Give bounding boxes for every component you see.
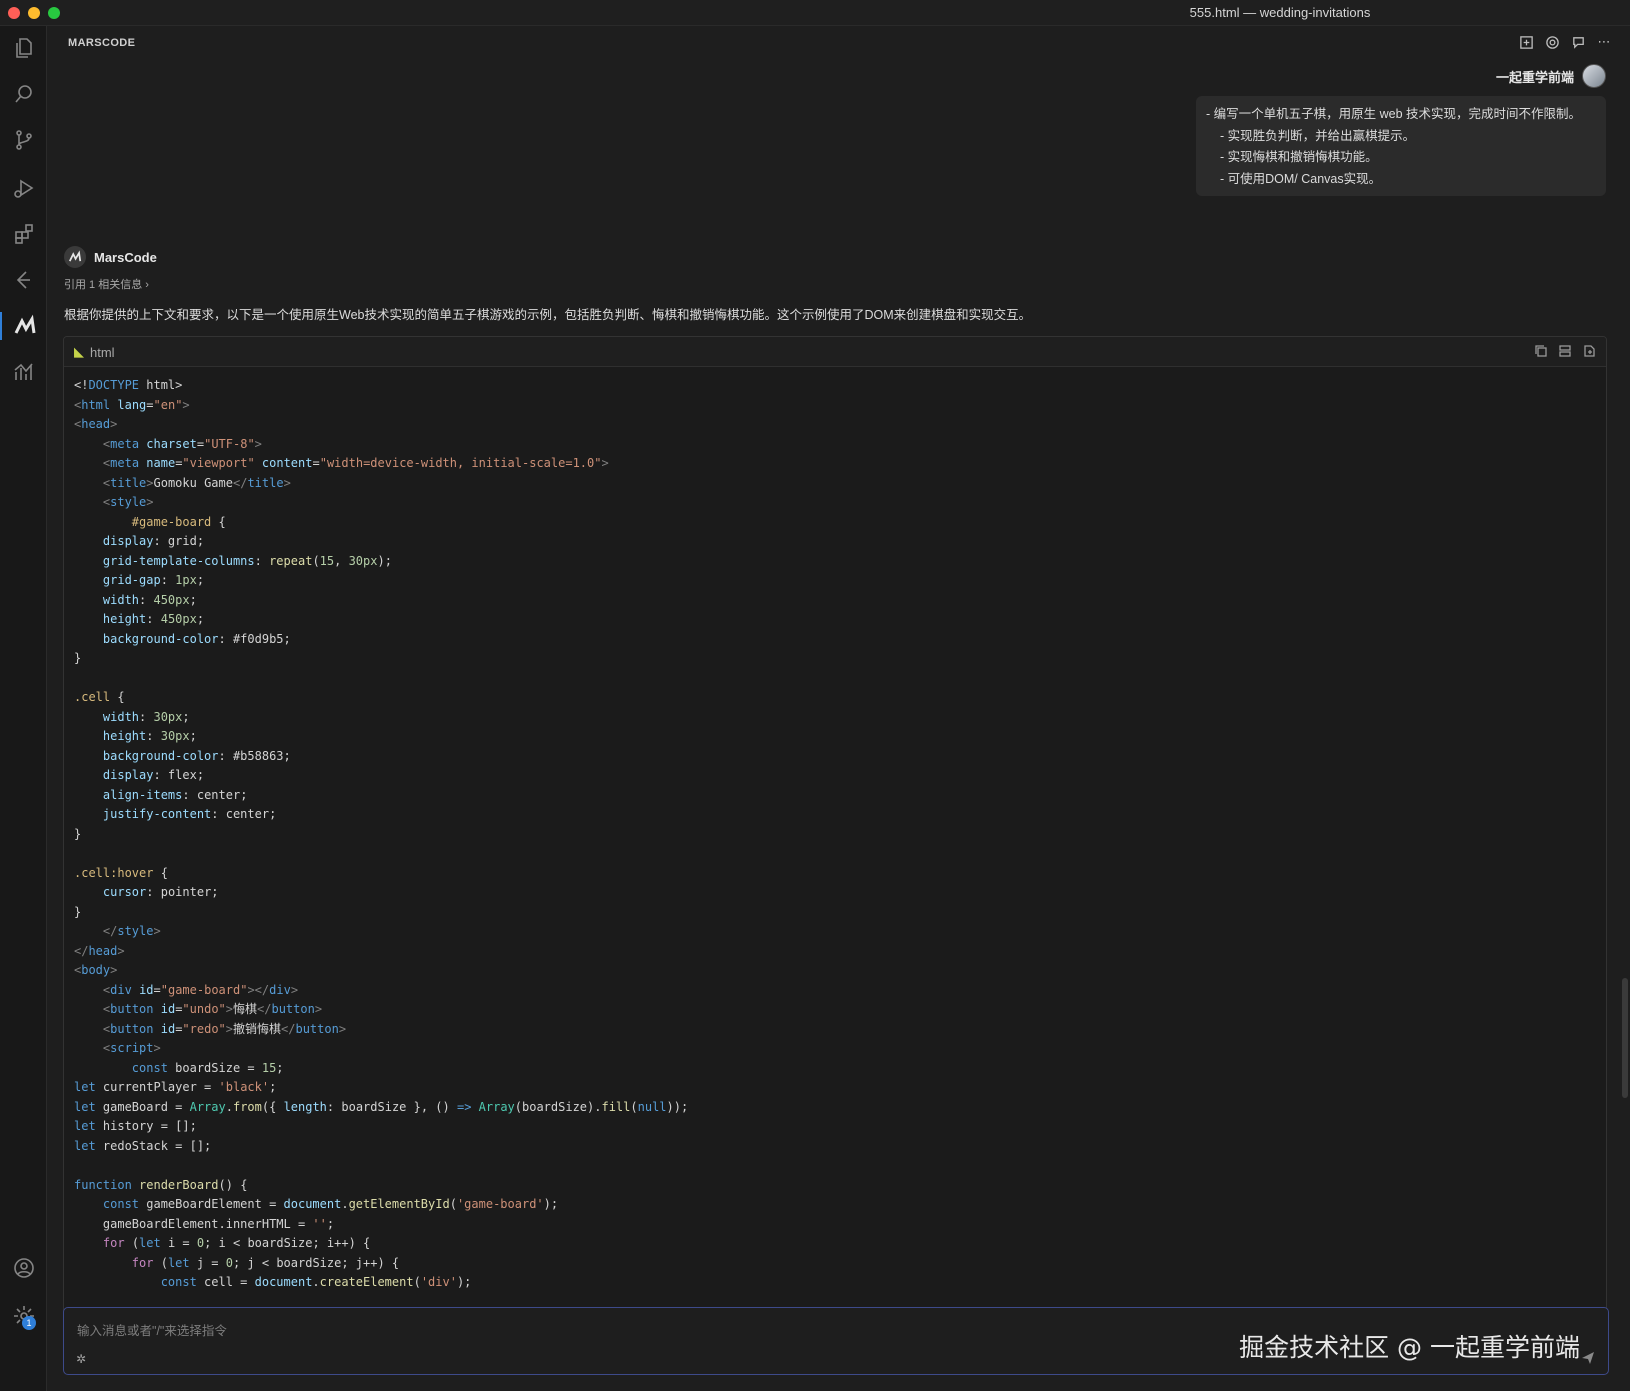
user-message-line: - 编写一个单机五子棋，用原生 web 技术实现，完成时间不作限制。 (1206, 107, 1582, 121)
files-icon[interactable] (10, 34, 38, 62)
code-block-header: ◣ html (64, 337, 1606, 367)
reference-label: 引用 1 相关信息 (64, 279, 143, 291)
marscode-icon[interactable] (0, 312, 47, 340)
feedback-icon[interactable] (1570, 34, 1586, 50)
search-icon[interactable] (10, 80, 38, 108)
chevron-right-icon: › (145, 279, 149, 291)
title-bar: 555.html — wedding-invitations (0, 0, 1630, 26)
account-icon[interactable] (10, 1254, 38, 1282)
settings-badge: 1 (22, 1316, 36, 1330)
insert-icon[interactable] (1558, 344, 1572, 363)
language-icon: ◣ (74, 344, 84, 359)
gear-icon[interactable] (1544, 34, 1560, 50)
chat-input[interactable]: 输入消息或者"/"来选择指令 ✲ 掘金技术社区 @ 一起重学前端 (63, 1307, 1609, 1375)
user-message: - 编写一个单机五子棋，用原生 web 技术实现，完成时间不作限制。 - 实现胜… (1196, 96, 1606, 196)
marscode-panel: MARSCODE ⋯ 一起重学前端 - 编写一个单机五子棋，用原生 web 技术… (48, 26, 1630, 1391)
activity-bar: 1 (0, 26, 47, 1391)
assistant-header: MarsCode (64, 246, 157, 268)
code-language: ◣ html (74, 344, 115, 360)
watermark: 掘金技术社区 @ 一起重学前端 (1239, 1333, 1580, 1362)
user-message-line: - 实现胜负判断，并给出赢棋提示。 (1220, 128, 1416, 143)
code-block: ◣ html <!DOCTYPE html> <html lang="en"> … (63, 336, 1607, 1336)
sparkle-icon[interactable]: ✲ (76, 1352, 90, 1366)
user-header: 一起重学前端 (1496, 64, 1606, 88)
reference-link[interactable]: 引用 1 相关信息 › (64, 276, 149, 292)
marscode-logo-icon (64, 246, 86, 268)
code-content: <!DOCTYPE html> <html lang="en"> <head> … (74, 378, 689, 1289)
extensions-icon[interactable] (10, 220, 38, 248)
code-actions (1534, 344, 1596, 363)
code-language-label: html (90, 344, 115, 360)
more-icon[interactable]: ⋯ (1596, 34, 1612, 50)
scrollbar[interactable] (1622, 978, 1628, 1098)
analytics-icon[interactable] (10, 358, 38, 386)
user-message-line: - 实现悔棋和撤销悔棋功能。 (1220, 150, 1378, 164)
avatar (1582, 64, 1606, 88)
input-placeholder: 输入消息或者"/"来选择指令 (77, 1324, 227, 1338)
assistant-name: MarsCode (94, 249, 157, 265)
timeline-icon[interactable] (10, 266, 38, 294)
assistant-intro: 根据你提供的上下文和要求，以下是一个使用原生Web技术实现的简单五子棋游戏的示例… (64, 308, 1032, 322)
close-window-button[interactable] (8, 7, 20, 19)
new-chat-icon[interactable] (1518, 34, 1534, 50)
window-title: 555.html — wedding-invitations (1189, 5, 1371, 20)
user-name: 一起重学前端 (1495, 69, 1574, 85)
user-message-line: - 可使用DOM/ Canvas实现。 (1220, 171, 1382, 186)
copy-icon[interactable] (1534, 344, 1548, 363)
source-control-icon[interactable] (10, 126, 38, 154)
send-icon[interactable] (1580, 1350, 1596, 1366)
maximize-window-button[interactable] (48, 7, 60, 19)
apply-icon[interactable] (1582, 344, 1596, 363)
settings-icon[interactable]: 1 (10, 1302, 38, 1330)
panel-title: MARSCODE (68, 37, 136, 49)
minimize-window-button[interactable] (28, 7, 40, 19)
run-debug-icon[interactable] (10, 174, 38, 202)
panel-actions: ⋯ (1518, 34, 1612, 50)
